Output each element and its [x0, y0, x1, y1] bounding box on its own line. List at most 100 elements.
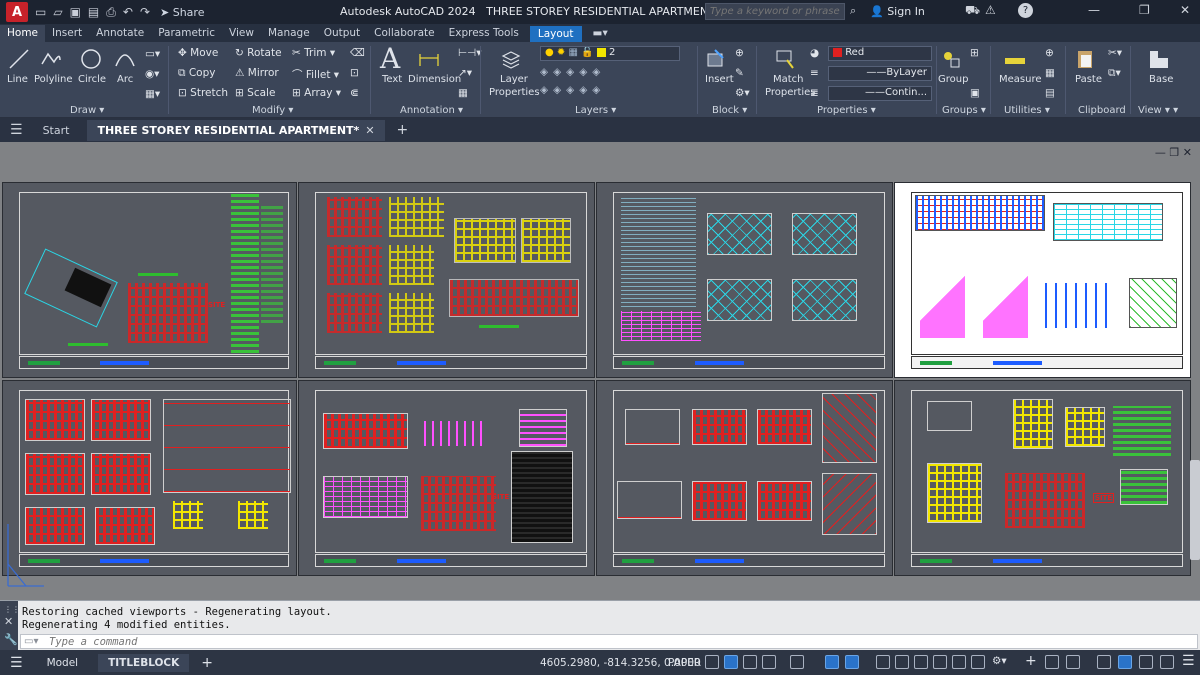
group-select-icon[interactable]: ▣ — [970, 87, 980, 99]
move-button[interactable]: ✥ Move — [178, 47, 218, 59]
panel-modify[interactable]: Modify ▾ — [252, 105, 293, 116]
hatch-icon[interactable]: ◉▾ — [145, 68, 159, 80]
command-input[interactable] — [20, 634, 1198, 649]
array-button[interactable]: ⊞ Array ▾ — [292, 87, 341, 99]
grid-icon[interactable] — [705, 655, 719, 669]
tab-parametric[interactable]: Parametric — [151, 25, 222, 42]
quick-select-icon[interactable]: ▦ — [1045, 67, 1055, 79]
quick-properties-icon[interactable] — [1066, 655, 1080, 669]
base-button[interactable]: Base — [1149, 74, 1173, 85]
isolate-objects-icon[interactable] — [1118, 655, 1132, 669]
edit-block-icon[interactable]: ✎ — [735, 67, 744, 79]
lineweight-icon[interactable]: ≣ — [810, 87, 819, 99]
mirror-button[interactable]: ⚠ Mirror — [235, 67, 279, 79]
tab-drawing[interactable]: THREE STOREY RESIDENTIAL APARTMENT* ✕ — [87, 119, 385, 141]
close-command-icon[interactable]: ✕ — [4, 615, 13, 628]
tab-insert[interactable]: Insert — [45, 25, 89, 42]
redo-icon[interactable]: ↷ — [140, 5, 150, 19]
trim-button[interactable]: ✂ Trim ▾ — [292, 47, 335, 59]
sheet-4-selected[interactable] — [894, 182, 1191, 378]
tab-view[interactable]: View — [222, 25, 261, 42]
color-dropdown[interactable]: Red — [828, 46, 932, 61]
copy-button[interactable]: ⧉ Copy — [178, 67, 215, 80]
sheet-7[interactable] — [596, 380, 893, 576]
hardware-acceleration-icon[interactable] — [1139, 655, 1153, 669]
ortho-icon[interactable] — [743, 655, 757, 669]
layer-dropdown[interactable]: ● ✹ ▦ 🔓 2 — [540, 46, 680, 61]
snap-icon[interactable] — [724, 655, 738, 669]
add-layout-icon[interactable]: + — [201, 655, 213, 671]
plot-icon[interactable]: ⎙ — [106, 5, 116, 20]
autocad-logo[interactable]: A — [6, 2, 28, 22]
menu-icon[interactable]: ☰ — [10, 122, 23, 138]
linetype-icon[interactable]: ≡ — [810, 67, 819, 79]
tab-overflow-icon[interactable]: ▬▾ — [586, 25, 615, 42]
layout-menu-icon[interactable]: ☰ — [10, 655, 23, 671]
circle-button[interactable]: Circle — [78, 74, 106, 85]
paste-button[interactable]: Paste — [1075, 74, 1102, 85]
linetype-dropdown[interactable]: ——ByLayer — [828, 66, 932, 81]
sign-in-button[interactable]: 👤 Sign In — [870, 5, 925, 18]
create-block-icon[interactable]: ⊕ — [735, 47, 744, 59]
panel-layers[interactable]: Layers ▾ — [575, 105, 616, 116]
undo-icon[interactable]: ↶ — [123, 5, 133, 19]
close-icon[interactable]: ✕ — [1180, 3, 1190, 17]
clean-screen-icon[interactable] — [1160, 655, 1174, 669]
layer-tools-row-1[interactable]: ◈◈◈◈◈ — [540, 66, 605, 78]
search-icon[interactable]: ⌕ — [850, 4, 856, 18]
tab-start[interactable]: Start — [43, 124, 70, 137]
paper-space-toggle[interactable]: PAPER — [668, 657, 701, 669]
scale-button[interactable]: ⊞ Scale — [235, 87, 275, 99]
color-wheel-icon[interactable]: ◕ — [810, 47, 819, 59]
sheet-3[interactable] — [596, 182, 893, 378]
save-icon[interactable]: ▣ — [70, 5, 81, 19]
stretch-button[interactable]: ⊡ Stretch — [178, 87, 228, 99]
offset-icon[interactable]: ⋐ — [350, 87, 359, 99]
customization-icon[interactable]: ☰ — [1182, 653, 1195, 669]
drawing-canvas[interactable]: — ❐ ✕ SITE SITE SITE — [0, 142, 1200, 600]
3d-osnap-icon[interactable] — [933, 655, 947, 669]
erase-icon[interactable]: ⌫ — [350, 47, 365, 59]
search-input[interactable] — [705, 3, 845, 20]
tab-express-tools[interactable]: Express Tools — [442, 25, 526, 42]
selection-cycling-icon[interactable] — [914, 655, 928, 669]
sheet-2[interactable] — [298, 182, 595, 378]
lineweight-toggle-icon[interactable] — [876, 655, 890, 669]
autodesk-app-icon[interactable]: ⚠ — [985, 3, 996, 17]
object-snap-tracking-icon[interactable] — [825, 655, 839, 669]
sheet-8[interactable]: SITE — [894, 380, 1191, 576]
units-icon[interactable] — [1045, 655, 1059, 669]
open-icon[interactable]: ▱ — [53, 5, 62, 19]
restore-icon[interactable]: ❐ — [1139, 3, 1150, 17]
gradient-icon[interactable]: ▦▾ — [145, 88, 160, 100]
tab-annotate[interactable]: Annotate — [89, 25, 151, 42]
copy-clip-icon[interactable]: ⧉▾ — [1108, 67, 1121, 80]
fillet-button[interactable]: ⌒ Fillet ▾ — [292, 67, 339, 82]
tab-model[interactable]: Model — [47, 657, 79, 669]
tab-titleblock[interactable]: TITLEBLOCK — [98, 653, 190, 672]
close-tab-icon[interactable]: ✕ — [365, 124, 374, 137]
annotation-monitor-icon[interactable]: + — [1025, 653, 1037, 669]
sheet-1[interactable]: SITE — [2, 182, 297, 378]
vertical-scrollbar[interactable] — [1190, 460, 1200, 560]
share-button[interactable]: ➤ Share — [160, 6, 204, 19]
panel-clipboard[interactable]: Clipboard — [1078, 105, 1126, 116]
id-point-icon[interactable]: ⊕ — [1045, 47, 1054, 59]
ungroup-icon[interactable]: ⊞ — [970, 47, 979, 59]
tab-manage[interactable]: Manage — [261, 25, 317, 42]
polyline-button[interactable]: Polyline — [34, 74, 73, 85]
new-icon[interactable]: ▭ — [35, 5, 46, 19]
cut-icon[interactable]: ✂▾ — [1108, 47, 1122, 59]
calculator-icon[interactable]: ▤ — [1045, 87, 1055, 99]
text-button[interactable]: Text — [382, 74, 402, 85]
layer-properties-button[interactable]: Layer — [500, 74, 528, 85]
new-tab-icon[interactable]: + — [397, 122, 409, 138]
panel-annotation[interactable]: Annotation ▾ — [400, 105, 463, 116]
viewport-controls-icon[interactable]: — ❐ ✕ — [1155, 146, 1192, 159]
help-icon[interactable]: ? — [1018, 3, 1033, 18]
panel-properties[interactable]: Properties ▾ — [817, 105, 876, 116]
cart-icon[interactable]: ⛟ — [965, 3, 980, 19]
measure-button[interactable]: Measure — [999, 74, 1042, 85]
tab-collaborate[interactable]: Collaborate — [367, 25, 441, 42]
arc-button[interactable]: Arc — [117, 74, 133, 85]
